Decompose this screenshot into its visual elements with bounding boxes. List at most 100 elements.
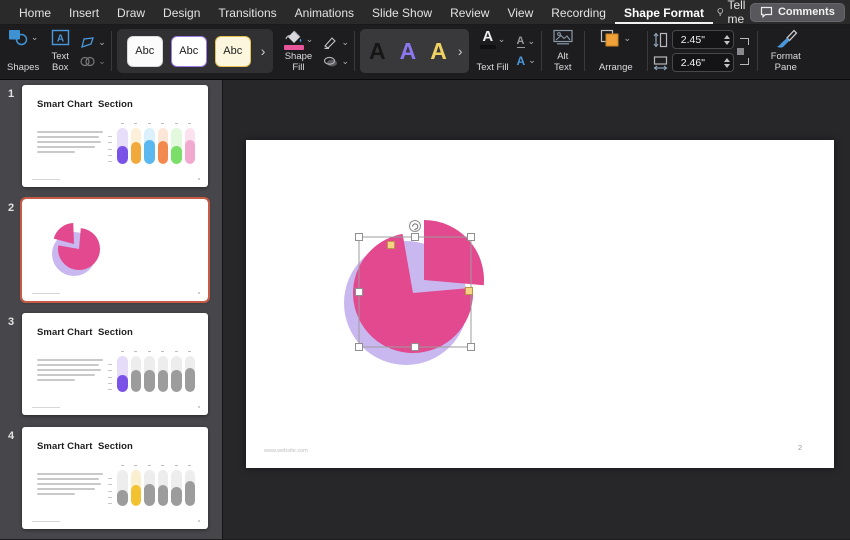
slide-number: 1 — [8, 88, 15, 100]
thumb-bar — [130, 123, 141, 164]
shape-outline-pen-icon — [324, 36, 337, 49]
edit-shape-icon — [81, 36, 95, 48]
shape-edit-tools: ⌄ ⌄ — [80, 28, 106, 74]
shape-width-value: 2.46" — [680, 56, 705, 69]
thumb-bar — [184, 465, 195, 506]
slide-thumbnail-1[interactable]: Smart Chart Section — [22, 85, 208, 187]
lock-aspect-ratio-toggle[interactable] — [736, 37, 752, 65]
slide-thumbnail-4[interactable]: Smart Chart Section — [22, 427, 208, 529]
tab-view[interactable]: View — [498, 1, 542, 24]
alt-text-picture-icon — [553, 29, 573, 45]
size-controls: 2.45" 2.46" — [653, 30, 734, 72]
gallery-more-icon[interactable]: › — [259, 44, 268, 58]
thumb-bar — [117, 351, 128, 392]
tell-me-label: Tell me — [727, 0, 746, 26]
alt-text-button[interactable]: Alt Text — [547, 28, 579, 74]
tab-draw[interactable]: Draw — [108, 1, 154, 24]
text-fill-icon: A — [482, 28, 494, 45]
paint-bucket-icon — [285, 30, 302, 43]
shape-style-option-3[interactable]: Abc — [214, 35, 251, 67]
thumb-page-number — [197, 519, 200, 522]
text-outline-effects-tools: A ⌄ A ⌄ — [516, 28, 536, 74]
shapes-button[interactable]: ⌄ Shapes — [6, 28, 40, 74]
thumb-bar — [184, 123, 195, 164]
tab-review[interactable]: Review — [441, 1, 498, 24]
thumb-footer-line — [32, 406, 60, 408]
text-effects-icon: A — [516, 53, 526, 68]
thumb-bar-chart — [108, 465, 198, 506]
chevron-down-icon: ⌄ — [497, 33, 506, 44]
shape-fill-button[interactable]: ⌄ Shape Fill — [278, 28, 318, 74]
wordart-option-3[interactable]: A — [425, 39, 452, 63]
slide-thumbnail-row: 3 Smart Chart Section — [0, 313, 222, 415]
shape-effects-button[interactable]: ⌄ — [323, 56, 349, 67]
text-box-icon: A — [51, 29, 69, 46]
gallery-more-icon[interactable]: › — [456, 44, 465, 58]
powerpoint-window: Home Insert Draw Design Transitions Anim… — [0, 0, 850, 540]
comment-bubble-icon — [760, 6, 773, 18]
tab-home[interactable]: Home — [10, 1, 60, 24]
slide-page-number: 2 — [798, 443, 803, 452]
arrange-button[interactable]: ⌄ Arrange — [590, 28, 642, 74]
format-pane-label: Format Pane — [770, 51, 801, 73]
ribbon-separator — [540, 31, 542, 71]
thumb-bar — [171, 351, 182, 392]
tab-recording[interactable]: Recording — [542, 1, 615, 24]
tab-shape-format[interactable]: Shape Format — [614, 1, 713, 24]
shape-style-option-1[interactable]: Abc — [126, 35, 163, 67]
shape-fill-label: Shape Fill — [284, 51, 313, 73]
shape-height-icon — [653, 32, 667, 47]
thumb-body-text — [37, 473, 107, 498]
edit-shape-button[interactable]: ⌄ — [80, 36, 106, 49]
chevron-down-icon: ⌄ — [528, 55, 536, 65]
comments-button[interactable]: Comments — [749, 2, 845, 22]
thumb-bar — [117, 123, 128, 164]
chevron-down-icon: ⌄ — [30, 32, 39, 42]
format-pane-button[interactable]: Format Pane — [763, 28, 809, 74]
thumb-slide-title: Smart Chart Section — [37, 441, 133, 452]
shape-fill-color-swatch — [283, 45, 304, 50]
text-box-button[interactable]: A Text Box — [45, 28, 75, 74]
rotation-handle[interactable] — [409, 220, 421, 232]
pie-slice-shape[interactable] — [424, 220, 484, 286]
shape-width-input[interactable]: 2.46" — [671, 53, 734, 72]
thumb-chart-y-axis — [108, 478, 112, 504]
thumb-bar — [157, 351, 168, 392]
text-fill-button[interactable]: A ⌄ Text Fill — [474, 28, 512, 74]
tell-me[interactable]: Tell me — [717, 0, 750, 26]
shape-height-input[interactable]: 2.45" — [671, 30, 734, 49]
alt-text-label: Alt Text — [554, 51, 572, 73]
thumb-bar — [144, 465, 155, 506]
text-outline-button[interactable]: A ⌄ — [516, 35, 536, 48]
ribbon-separator — [110, 31, 112, 71]
tab-insert[interactable]: Insert — [60, 1, 108, 24]
thumb-bar — [157, 123, 168, 164]
tab-transitions[interactable]: Transitions — [209, 1, 285, 24]
thumb-page-number — [197, 405, 200, 408]
ribbon-separator — [646, 31, 648, 71]
text-effects-button[interactable]: A ⌄ — [517, 55, 536, 67]
shape-outline-button[interactable]: ⌄ — [323, 36, 349, 49]
slide-footer-url: www.website.com — [264, 448, 308, 454]
thumb-bar-chart — [108, 123, 198, 164]
slide-2-canvas[interactable]: www.website.com 2 — [246, 140, 834, 468]
shape-style-option-2[interactable]: Abc — [170, 35, 207, 67]
slide-number: 2 — [8, 202, 15, 214]
tab-animations[interactable]: Animations — [286, 1, 363, 24]
chevron-down-icon: ⌄ — [623, 33, 632, 43]
width-stepper[interactable] — [723, 57, 730, 68]
slide-thumbnail-2[interactable] — [20, 197, 210, 303]
height-stepper[interactable] — [723, 34, 730, 45]
text-fill-color-swatch — [479, 45, 496, 49]
tab-slide-show[interactable]: Slide Show — [363, 1, 441, 24]
thumb-chart-y-axis — [108, 136, 112, 162]
wordart-option-1[interactable]: A — [364, 39, 391, 63]
slide-thumbnail-3[interactable]: Smart Chart Section — [22, 313, 208, 415]
merge-shapes-button[interactable]: ⌄ — [80, 56, 106, 67]
slide-thumbnail-row: 2 — [0, 197, 222, 303]
tab-design[interactable]: Design — [154, 1, 209, 24]
wordart-option-2[interactable]: A — [395, 39, 422, 63]
slide-number: 4 — [8, 430, 15, 442]
shape-height-value: 2.45" — [680, 33, 705, 46]
menubar: Home Insert Draw Design Transitions Anim… — [0, 0, 850, 26]
